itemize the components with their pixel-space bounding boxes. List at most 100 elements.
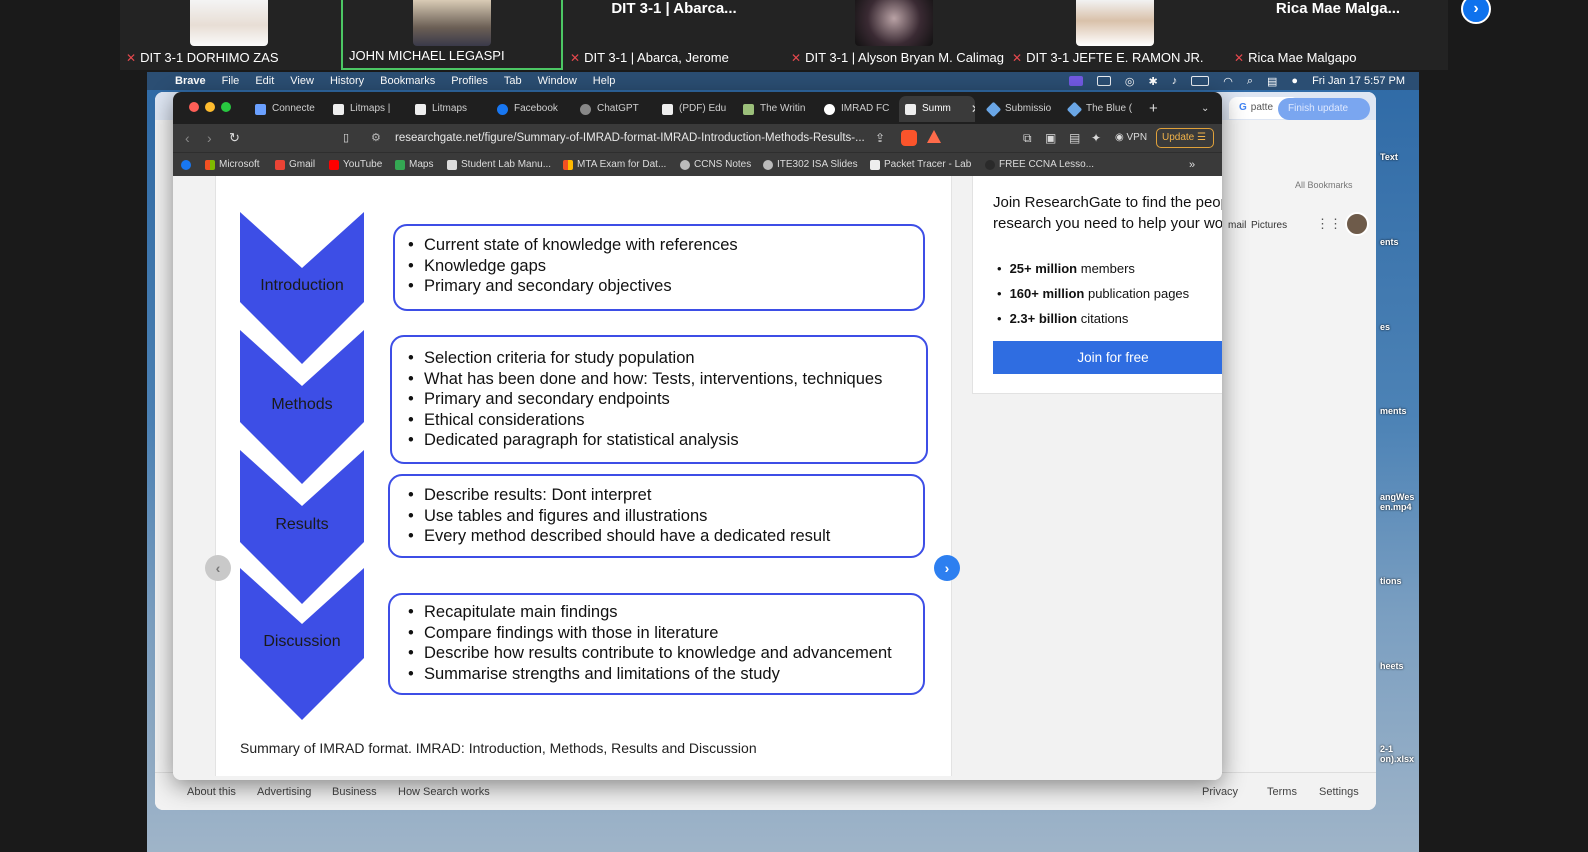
bookmark-microsoft[interactable]: Microsoft bbox=[205, 153, 260, 177]
tab-the-blue[interactable]: The Blue ( bbox=[1063, 96, 1137, 122]
share-icon[interactable]: ⇪ bbox=[875, 129, 885, 147]
tab-pdf[interactable]: (PDF) Edu bbox=[656, 96, 730, 122]
tab-bar: Connecte Litmaps | Litmaps Facebook Chat… bbox=[173, 92, 1222, 124]
forward-icon[interactable]: › bbox=[207, 128, 212, 148]
desktop-icon-label[interactable]: es bbox=[1380, 322, 1390, 332]
siri-icon[interactable]: ● bbox=[1291, 75, 1298, 87]
address-bar[interactable]: researchgate.net/figure/Summary-of-IMRAD… bbox=[395, 126, 915, 150]
vpn-button[interactable]: ◉ VPN bbox=[1115, 129, 1147, 147]
brave-shields-icon[interactable] bbox=[901, 130, 917, 146]
menu-profiles[interactable]: Profiles bbox=[451, 75, 488, 87]
desktop-icon-label[interactable]: ments bbox=[1380, 406, 1407, 416]
bluetooth-icon[interactable]: ✱ bbox=[1149, 75, 1158, 88]
bookmark-ccns-notes[interactable]: CCNS Notes bbox=[680, 153, 751, 177]
bookmark-student-lab[interactable]: Student Lab Manu... bbox=[447, 153, 551, 177]
participant-tile-active[interactable]: JOHN MICHAEL LEGASPI bbox=[341, 0, 563, 70]
minimize-window-icon[interactable] bbox=[205, 102, 215, 112]
footer-how-search-works-link[interactable]: How Search works bbox=[398, 786, 490, 798]
bookmark-packet-tracer[interactable]: Packet Tracer - Lab bbox=[870, 153, 971, 177]
join-researchgate-panel: Join ResearchGate to find the people and… bbox=[972, 176, 1222, 394]
tab-connected[interactable]: Connecte bbox=[249, 96, 319, 122]
brave-rewards-icon[interactable] bbox=[927, 130, 941, 143]
tab-chatgpt[interactable]: ChatGPT bbox=[574, 96, 650, 122]
tab-imrad[interactable]: IMRAD FC bbox=[818, 96, 892, 122]
reload-icon[interactable]: ↻ bbox=[229, 128, 240, 148]
extensions-icon[interactable]: ⧉ bbox=[1023, 129, 1032, 147]
finish-update-button[interactable]: Finish update bbox=[1278, 98, 1370, 120]
leo-ai-icon[interactable]: ✦ bbox=[1091, 129, 1101, 147]
tab-litmaps-2[interactable]: Litmaps bbox=[409, 96, 483, 122]
footer-settings-link[interactable]: Settings bbox=[1319, 786, 1359, 798]
close-tab-icon[interactable]: ✕ bbox=[971, 96, 975, 122]
update-button[interactable]: Update ☰ bbox=[1156, 128, 1214, 148]
tab-summary-active[interactable]: Summ✕ bbox=[899, 96, 975, 122]
wifi-icon[interactable]: ◠ bbox=[1223, 75, 1233, 88]
tab-list-chevron-down-icon[interactable]: ⌄ bbox=[1201, 96, 1209, 122]
desktop-icon-label[interactable]: 2-1 on).xlsx bbox=[1380, 744, 1419, 764]
menu-app-name[interactable]: Brave bbox=[175, 75, 206, 87]
pictures-link[interactable]: Pictures bbox=[1251, 220, 1287, 231]
site-info-icon[interactable]: ⚙ bbox=[371, 126, 381, 150]
maximize-window-icon[interactable] bbox=[221, 102, 231, 112]
tab-litmaps-1[interactable]: Litmaps | bbox=[327, 96, 399, 122]
bookmark-maps[interactable]: Maps bbox=[395, 153, 433, 177]
join-for-free-button[interactable]: Join for free bbox=[993, 341, 1222, 374]
footer-business-link[interactable]: Business bbox=[332, 786, 377, 798]
desktop-icon-label[interactable]: Text bbox=[1380, 152, 1398, 162]
search-icon[interactable]: ⌕ bbox=[1247, 75, 1253, 88]
participant-tile[interactable]: Rica Mae Malga... ✕ Rica Mae Malgapo bbox=[1228, 0, 1448, 70]
volume-icon[interactable]: ♪ bbox=[1172, 75, 1178, 87]
list-item: Primary and secondary objectives bbox=[406, 276, 923, 297]
bookmark-ite302[interactable]: ITE302 ISA Slides bbox=[763, 153, 858, 177]
chevron-right-icon[interactable]: › bbox=[1461, 0, 1491, 24]
wallet-icon[interactable]: ▤ bbox=[1069, 129, 1080, 147]
globe-icon bbox=[763, 160, 773, 170]
footer-terms-link[interactable]: Terms bbox=[1267, 786, 1297, 798]
menu-window[interactable]: Window bbox=[538, 75, 577, 87]
bookmark-youtube[interactable]: YouTube bbox=[329, 153, 382, 177]
back-icon[interactable]: ‹ bbox=[185, 128, 190, 148]
airdrop-icon[interactable]: ◎ bbox=[1125, 75, 1135, 88]
desktop-icon-label[interactable]: ents bbox=[1380, 237, 1399, 247]
menu-file[interactable]: File bbox=[222, 75, 240, 87]
bookmark-mta-exam[interactable]: MTA Exam for Dat... bbox=[563, 153, 666, 177]
participant-tile[interactable]: ✕ DIT 3-1 | Alyson Bryan M. Calimag bbox=[785, 0, 1005, 70]
carousel-prev-chevron-left-icon[interactable]: ‹ bbox=[205, 555, 231, 581]
menu-bookmarks[interactable]: Bookmarks bbox=[380, 75, 435, 87]
participant-tile[interactable]: ✕ DIT 3-1 DORHIMO ZAS bbox=[120, 0, 340, 70]
bookmark-icon[interactable]: ▯ bbox=[343, 128, 349, 148]
footer-privacy-link[interactable]: Privacy bbox=[1202, 786, 1238, 798]
tab-writing[interactable]: The Writin bbox=[737, 96, 811, 122]
participant-tile[interactable]: DIT 3-1 | Abarca... ✕ DIT 3-1 | Abarca, J… bbox=[564, 0, 784, 70]
mic-muted-icon: ✕ bbox=[1234, 50, 1245, 65]
desktop-icon-label[interactable]: angWes en.mp4 bbox=[1380, 492, 1419, 512]
menu-history[interactable]: History bbox=[330, 75, 364, 87]
screen-share-icon[interactable] bbox=[1068, 76, 1083, 86]
bookmark-free-ccna[interactable]: FREE CCNA Lesso... bbox=[985, 153, 1094, 177]
more-bookmarks-icon[interactable]: » bbox=[1189, 153, 1195, 177]
footer-advertising-link[interactable]: Advertising bbox=[257, 786, 311, 798]
page-content: Introduction Methods Results Discussion … bbox=[173, 176, 1222, 780]
avatar[interactable] bbox=[1345, 212, 1369, 236]
bookmark-facebook[interactable] bbox=[181, 153, 191, 177]
desktop-icon-label[interactable]: tions bbox=[1380, 576, 1402, 586]
all-bookmarks[interactable]: All Bookmarks bbox=[1295, 180, 1353, 190]
battery-icon[interactable] bbox=[1191, 76, 1210, 86]
window-icon[interactable] bbox=[1096, 76, 1111, 86]
tab-submission[interactable]: Submissio bbox=[982, 96, 1058, 122]
gmail-link[interactable]: mail bbox=[1228, 220, 1246, 231]
menu-help[interactable]: Help bbox=[593, 75, 616, 87]
footer-about-link[interactable]: About this bbox=[187, 786, 236, 798]
control-center-icon[interactable]: ▤ bbox=[1267, 75, 1277, 88]
sidebar-icon[interactable]: ▣ bbox=[1045, 129, 1056, 147]
close-window-icon[interactable] bbox=[189, 102, 199, 112]
menu-view[interactable]: View bbox=[290, 75, 314, 87]
menu-edit[interactable]: Edit bbox=[255, 75, 274, 87]
menu-tab[interactable]: Tab bbox=[504, 75, 522, 87]
tab-facebook[interactable]: Facebook bbox=[491, 96, 567, 122]
participant-tile[interactable]: ✕ DIT 3-1 JEFTE E. RAMON JR. bbox=[1006, 0, 1228, 70]
carousel-next-chevron-right-icon[interactable]: › bbox=[934, 555, 960, 581]
desktop-icon-label[interactable]: heets bbox=[1380, 661, 1404, 671]
bookmark-gmail[interactable]: Gmail bbox=[275, 153, 315, 177]
new-tab-button[interactable]: + bbox=[1149, 96, 1158, 122]
